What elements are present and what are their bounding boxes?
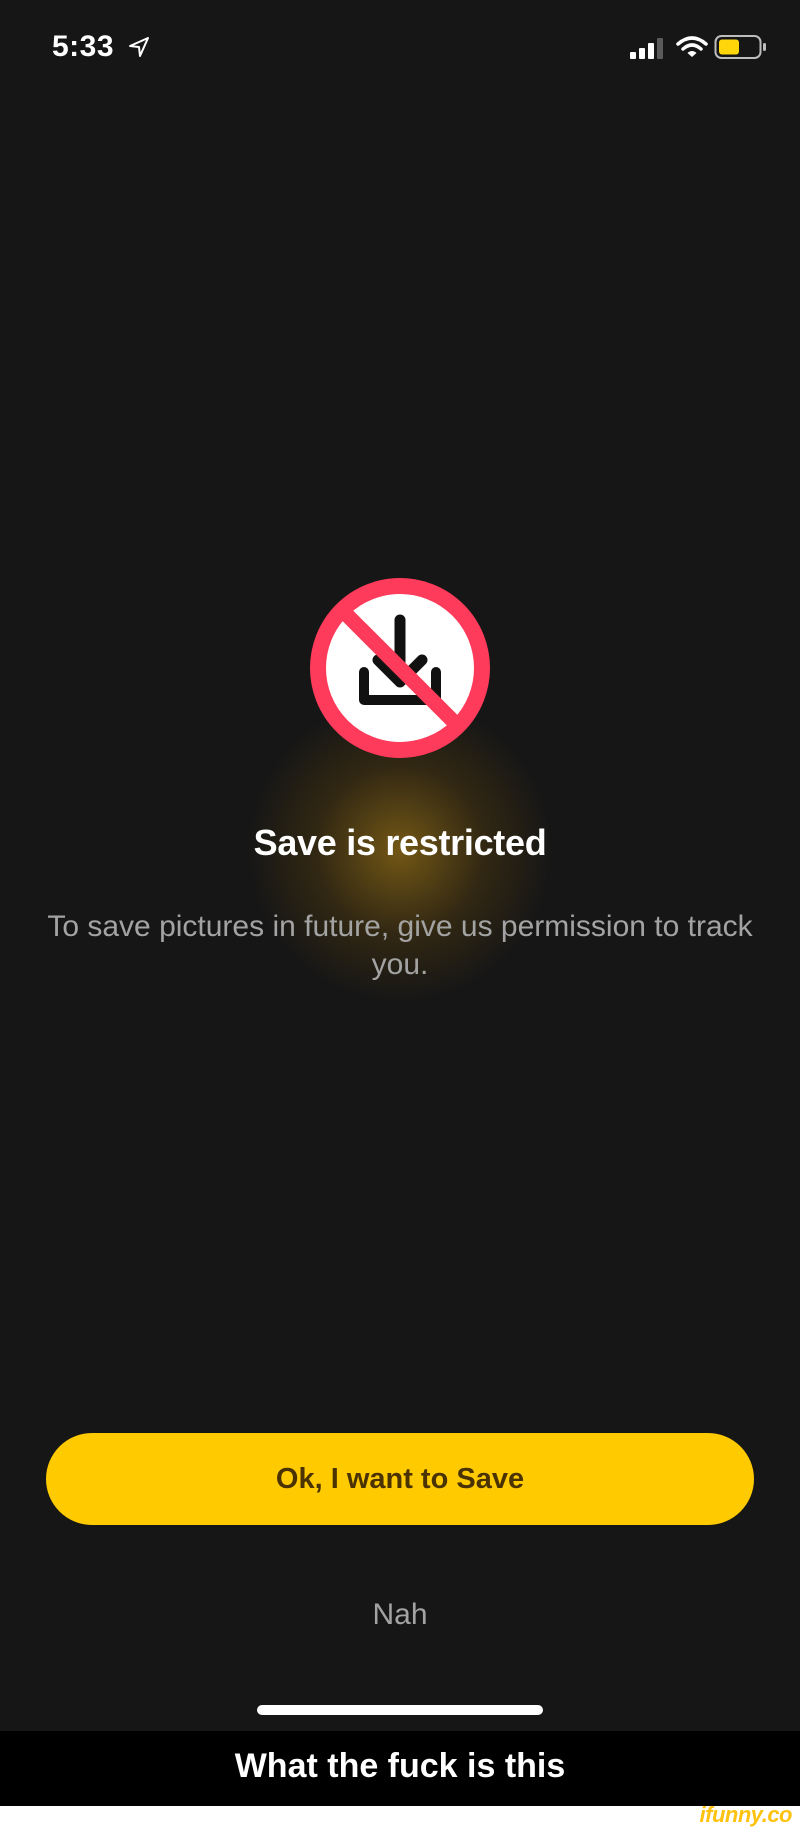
caption-bar: What the fuck is this bbox=[0, 1731, 800, 1806]
save-button[interactable]: Ok, I want to Save bbox=[46, 1433, 754, 1525]
nah-button[interactable]: Nah bbox=[300, 1590, 500, 1640]
status-bar: 5:33 bbox=[0, 0, 800, 100]
wifi-icon bbox=[676, 36, 708, 57]
battery-icon bbox=[714, 35, 766, 59]
location-arrow-icon bbox=[129, 37, 149, 57]
home-indicator[interactable] bbox=[257, 1705, 543, 1715]
watermark: ifunny.co bbox=[699, 1802, 793, 1827]
download-prohibited-icon bbox=[310, 578, 490, 758]
app-screen: 5:33 Save is restricted To save pictures… bbox=[0, 0, 800, 1731]
cellular-signal-icon bbox=[630, 38, 663, 59]
status-time: 5:33 bbox=[52, 30, 115, 63]
dialog-title: Save is restricted bbox=[253, 822, 547, 863]
caption-text: What the fuck is this bbox=[234, 1747, 566, 1785]
dialog-message: To save pictures in future, give us perm… bbox=[47, 910, 753, 981]
